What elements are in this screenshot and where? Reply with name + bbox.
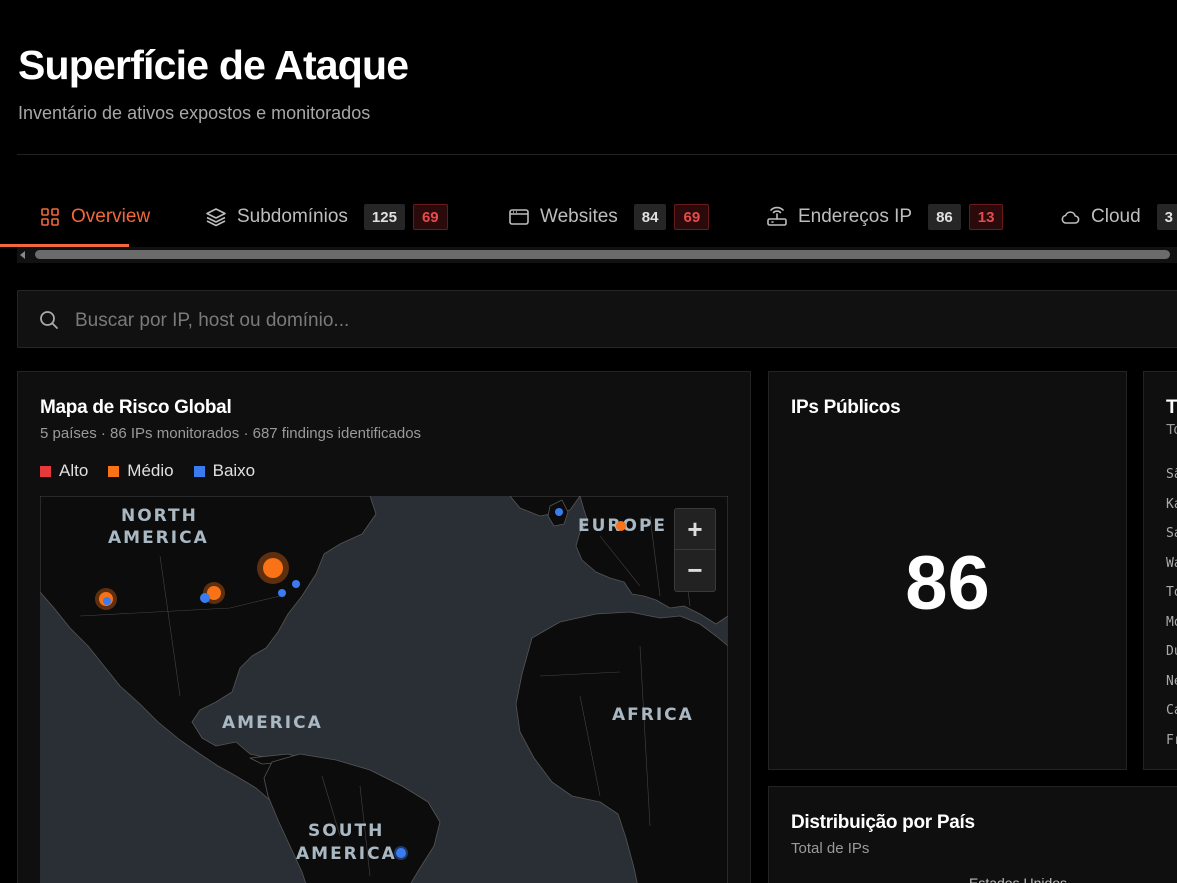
router-icon [766, 206, 788, 228]
legend-item-medio: Médio [108, 461, 174, 481]
legend-label: Baixo [212, 461, 256, 480]
card-subtitle: Total de IPs [791, 840, 870, 857]
list-item: Mo [1166, 614, 1177, 630]
landmass-africa [515, 611, 728, 883]
tab-subdominios[interactable]: Subdomínios 125 69 [205, 194, 448, 240]
legend-swatch [40, 465, 51, 477]
list-item: Wa [1166, 555, 1177, 571]
list-item: Sã [1166, 467, 1177, 482]
risk-map-card: Mapa de Risco Global 5 países · 86 IPs m… [17, 371, 751, 883]
map-label-north: NORTH [121, 506, 198, 526]
list-item: Fr [1166, 732, 1177, 748]
alert-badge: 13 [968, 204, 1004, 230]
card-title: T [1166, 397, 1177, 418]
alert-badge: 69 [412, 204, 448, 230]
marker-baixo[interactable] [278, 589, 286, 597]
tab-cloud[interactable]: Cloud 3 [1059, 194, 1177, 240]
tabs-scrollbar[interactable] [17, 247, 1177, 263]
card-header: Mapa de Risco Global 5 países · 86 IPs m… [40, 397, 421, 442]
header-divider [17, 154, 1177, 155]
zoom-in-button[interactable]: + [675, 509, 715, 549]
world-map[interactable]: NORTH AMERICA EUROPE AMERICA AFRICA SOUT… [40, 496, 728, 883]
layers-icon [205, 206, 227, 228]
public-ips-value: 86 [905, 541, 990, 626]
map-label-central-america: AMERICA [222, 713, 323, 733]
top-list: Sã Ka Sa Wa To Mo Du Ne Ca Fr [1166, 460, 1177, 755]
alert-badge: 69 [674, 204, 710, 230]
page-title: Superfície de Ataque [18, 42, 409, 88]
scrollbar-thumb[interactable] [35, 250, 1170, 259]
count-badge: 3 [1156, 204, 1177, 230]
tab-bar: Overview Subdomínios 125 69 Websites 84 … [33, 194, 1177, 246]
tab-label: Overview [71, 206, 151, 227]
list-item: To [1166, 585, 1177, 600]
attack-surface-page: Superfície de Ataque Inventário de ativo… [0, 0, 1177, 883]
country-label: Estados Unidos [969, 875, 1068, 883]
cloud-icon [1059, 206, 1081, 228]
scroll-left-arrow-icon[interactable] [20, 251, 25, 259]
list-item: Ne [1166, 673, 1177, 689]
legend-label: Médio [127, 461, 174, 480]
list-item: Du [1166, 644, 1177, 659]
page-header: Superfície de Ataque Inventário de ativo… [18, 42, 409, 124]
map-zoom-controls: + − [674, 508, 716, 592]
map-canvas: NORTH AMERICA EUROPE AMERICA AFRICA SOUT… [40, 496, 728, 883]
tab-label: Cloud [1091, 206, 1141, 227]
legend-swatch [108, 465, 120, 477]
grid-icon [39, 206, 61, 228]
landmass-greenland [509, 496, 581, 517]
zoom-out-button[interactable]: − [675, 550, 715, 590]
card-title: IPs Públicos [791, 397, 901, 418]
marker-medio[interactable] [263, 558, 283, 578]
tab-websites[interactable]: Websites 84 69 [508, 194, 710, 240]
map-label-africa: AFRICA [612, 705, 694, 725]
marker-medio[interactable] [616, 521, 626, 531]
page-subtitle: Inventário de ativos expostos e monitora… [18, 103, 371, 123]
search-bar [17, 290, 1177, 348]
list-item: Ca [1166, 703, 1177, 718]
legend-item-baixo: Baixo [193, 461, 256, 481]
count-badge: 86 [928, 204, 961, 230]
map-label-america: AMERICA [108, 528, 209, 548]
card-title: Distribuição por País [791, 812, 975, 833]
map-label-south-america: AMERICA [296, 844, 397, 864]
country-distribution-card: Distribuição por País Total de IPs Estad… [768, 786, 1177, 883]
browser-window-icon [508, 206, 530, 228]
legend-swatch [193, 465, 205, 477]
tab-label: Endereços IP [798, 206, 913, 227]
map-label-south: SOUTH [308, 821, 384, 841]
list-item: Sa [1166, 526, 1177, 541]
search-icon [40, 311, 58, 329]
top-hosts-card: T To Sã Ka Sa Wa To Mo Du Ne Ca Fr [1143, 371, 1177, 770]
tab-overview[interactable]: Overview [39, 194, 150, 240]
card-subtitle: To [1166, 421, 1177, 438]
list-item: Ka [1166, 496, 1177, 512]
count-badge: 125 [363, 204, 405, 230]
risk-legend: Alto Médio Baixo [40, 461, 275, 481]
legend-label: Alto [59, 461, 89, 480]
card-subtitle: 5 países · 86 IPs monitorados · 687 find… [40, 425, 422, 442]
tab-label: Subdomínios [237, 206, 348, 227]
count-badge: 84 [633, 204, 667, 230]
card-title: Mapa de Risco Global [40, 397, 232, 418]
legend-item-alto: Alto [40, 461, 88, 481]
marker-baixo[interactable] [396, 848, 406, 858]
marker-baixo[interactable] [292, 580, 300, 588]
tab-enderecos-ip[interactable]: Endereços IP 86 13 [766, 194, 1004, 240]
marker-baixo[interactable] [103, 597, 111, 605]
marker-baixo[interactable] [200, 593, 210, 603]
marker-baixo[interactable] [555, 508, 563, 516]
search-input[interactable] [73, 303, 977, 339]
card-header: Distribuição por País Total de IPs [791, 812, 975, 857]
tab-label: Websites [540, 206, 618, 227]
